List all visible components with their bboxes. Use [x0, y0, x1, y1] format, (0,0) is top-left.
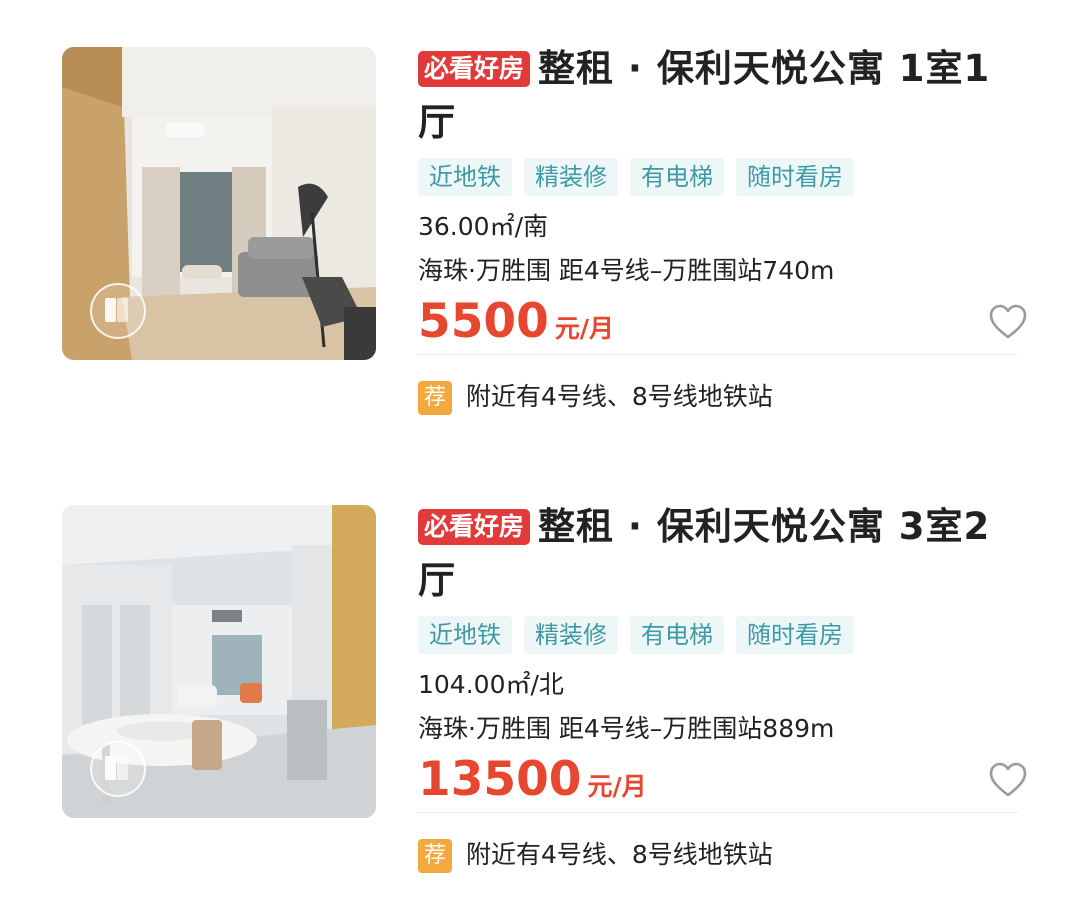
listing-info: 必看好房 整租 · 保利天悦公寓 3室2厅 近地铁 精装修 有电梯 随时看房 104.0…: [418, 500, 1028, 874]
location-text: 海珠·万胜围 距4号线–万胜围站740m: [418, 256, 835, 285]
listing-title[interactable]: 必看好房 整租 · 保利天悦公寓 3室2厅: [418, 500, 1028, 608]
price-value: 13500: [418, 752, 582, 807]
area-orientation: 36.00㎡/南: [418, 212, 548, 241]
vr-tour-icon[interactable]: [90, 283, 146, 339]
divider: [418, 354, 1018, 355]
listing-card[interactable]: 必看好房 整租 · 保利天悦公寓 3室2厅 近地铁 精装修 有电梯 随时看房 104.0…: [0, 458, 1080, 873]
feature-tag: 精装修: [524, 158, 618, 196]
listing-photo[interactable]: [62, 505, 376, 818]
feature-tag: 随时看房: [736, 158, 854, 196]
feature-tag: 有电梯: [630, 616, 724, 654]
recommendation: 荐附近有4号线、8号线地铁站: [418, 836, 1028, 874]
recommend-text: 附近有4号线、8号线地铁站: [466, 382, 773, 411]
vr-tour-icon[interactable]: [90, 741, 146, 797]
price-unit: 元/月: [554, 314, 614, 343]
recommend-text: 附近有4号线、8号线地铁站: [466, 840, 773, 869]
must-see-badge: 必看好房: [418, 509, 531, 545]
feature-tag: 近地铁: [418, 616, 512, 654]
divider: [418, 812, 1018, 813]
feature-tag: 近地铁: [418, 158, 512, 196]
price-row: 5500 元/月: [418, 294, 1028, 350]
feature-tags: 近地铁 精装修 有电梯 随时看房: [418, 616, 1028, 656]
recommend-badge: 荐: [418, 839, 452, 873]
feature-tag: 随时看房: [736, 616, 854, 654]
price-row: 13500 元/月: [418, 752, 1028, 808]
listing-photo[interactable]: [62, 47, 376, 360]
listing-list: 必看好房 整租 · 保利天悦公寓 1室1厅 近地铁 精装修 有电梯 随时看房 36.00…: [0, 0, 1080, 914]
listing-info: 必看好房 整租 · 保利天悦公寓 1室1厅 近地铁 精装修 有电梯 随时看房 36.00…: [418, 42, 1028, 416]
listing-card[interactable]: 必看好房 整租 · 保利天悦公寓 1室1厅 近地铁 精装修 有电梯 随时看房 36.00…: [0, 0, 1080, 415]
location-text: 海珠·万胜围 距4号线–万胜围站889m: [418, 714, 835, 743]
feature-tags: 近地铁 精装修 有电梯 随时看房: [418, 158, 1028, 198]
area-orientation: 104.00㎡/北: [418, 670, 564, 699]
feature-tag: 精装修: [524, 616, 618, 654]
recommendation: 荐附近有4号线、8号线地铁站: [418, 378, 1028, 416]
listing-title[interactable]: 必看好房 整租 · 保利天悦公寓 1室1厅: [418, 42, 1028, 150]
price-unit: 元/月: [587, 772, 647, 801]
price-value: 5500: [418, 294, 549, 349]
must-see-badge: 必看好房: [418, 51, 531, 87]
heart-outline-icon[interactable]: [988, 302, 1028, 342]
recommend-badge: 荐: [418, 381, 452, 415]
feature-tag: 有电梯: [630, 158, 724, 196]
heart-outline-icon[interactable]: [988, 760, 1028, 800]
